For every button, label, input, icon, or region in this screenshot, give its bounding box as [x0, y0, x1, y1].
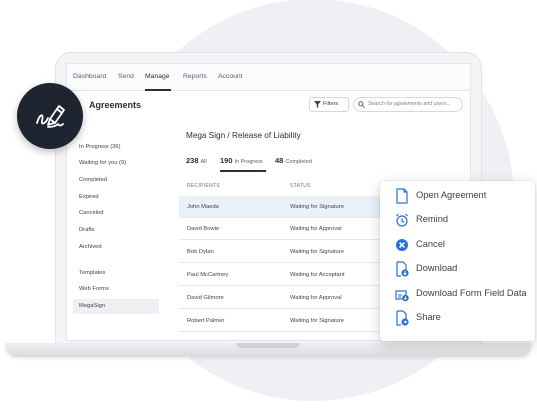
nav-manage[interactable]: Manage: [145, 73, 170, 80]
promo-stage: Dashboard Send Manage Reports Account Ag…: [0, 0, 537, 417]
recipient-cell: David Gilmore: [187, 295, 224, 301]
laptop-notch: [236, 343, 300, 348]
filters-label: Filters: [323, 101, 339, 107]
status-cell: Waiting for Approval: [290, 295, 342, 301]
page-title: Agreements: [89, 100, 142, 110]
tab-all[interactable]: 238 All: [186, 156, 207, 165]
tab-in-progress-count: 190: [220, 156, 233, 165]
download-document-icon: [396, 261, 409, 277]
share-document-icon: [396, 310, 409, 326]
menu-label: Remind: [416, 214, 449, 224]
menu-label: Cancel: [416, 239, 445, 249]
status-cell: Waiting for Signature: [290, 249, 344, 255]
sidebar-item-expired[interactable]: Expired: [79, 194, 99, 200]
column-header-status: STATUS: [290, 183, 311, 189]
menu-label: Share: [416, 312, 441, 322]
status-cell: Waiting for Signature: [290, 318, 344, 324]
menu-item-download-form-field-data[interactable]: Download Form Field Data: [380, 282, 535, 306]
tab-completed[interactable]: 48 Completed: [275, 156, 312, 165]
context-menu: Open Agreement Remind Cancel Download Do…: [380, 181, 535, 341]
menu-item-open-agreement[interactable]: Open Agreement: [380, 184, 535, 208]
tab-all-label: All: [200, 159, 207, 165]
agreement-title: Mega Sign / Release of Liability: [186, 131, 301, 140]
recipient-cell: John Maeda: [187, 204, 219, 210]
recipient-cell: Robert Palmer: [187, 318, 225, 324]
recipient-cell: David Bowie: [187, 226, 220, 232]
filters-button[interactable]: Filters: [309, 97, 349, 112]
sidebar-item-canceled[interactable]: Canceled: [79, 210, 104, 216]
sidebar-item-waiting-for-you[interactable]: Waiting for you (9): [79, 160, 126, 166]
sidebar-item-templates[interactable]: Templates: [79, 270, 105, 276]
alarm-clock-icon: [396, 213, 408, 227]
recipient-cell: Paul McCartney: [187, 272, 229, 278]
menu-item-share[interactable]: Share: [380, 306, 535, 330]
cancel-circle-icon: [396, 239, 408, 251]
nav-dashboard[interactable]: Dashboard: [73, 73, 106, 80]
menu-item-remind[interactable]: Remind: [380, 208, 535, 232]
tab-in-progress[interactable]: 190 In Progress: [220, 156, 263, 165]
status-cell: Waiting for Approval: [290, 226, 342, 232]
recipient-cell: Bob Dylan: [187, 249, 214, 255]
tab-active-indicator: [220, 170, 266, 172]
nav-send[interactable]: Send: [118, 73, 134, 80]
search-icon: [358, 101, 365, 108]
status-cell: Waiting for Acceptant: [290, 272, 345, 278]
tab-in-progress-label: In Progress: [234, 159, 263, 165]
top-navigation: Dashboard Send Manage Reports Account: [67, 64, 470, 91]
nav-reports[interactable]: Reports: [183, 73, 207, 80]
tab-completed-label: Completed: [285, 159, 312, 165]
sidebar-item-completed[interactable]: Completed: [79, 177, 107, 183]
sidebar-item-web-forms[interactable]: Web Forms: [79, 286, 109, 292]
menu-label: Download Form Field Data: [416, 288, 527, 298]
menu-item-download[interactable]: Download: [380, 257, 535, 281]
search-placeholder: Search for agreements and users...: [368, 101, 452, 107]
e-sign-badge: [17, 83, 83, 149]
tab-completed-count: 48: [275, 156, 284, 165]
pen-signature-icon: [36, 105, 65, 128]
column-header-recipients: RECIPIENTS: [187, 183, 221, 189]
filter-icon: [314, 101, 321, 108]
menu-label: Download: [416, 263, 458, 273]
menu-label: Open Agreement: [416, 190, 487, 200]
document-icon: [396, 188, 408, 204]
sidebar-item-drafts[interactable]: Drafts: [79, 227, 94, 233]
nav-active-indicator: [145, 89, 171, 91]
search-input[interactable]: Search for agreements and users...: [353, 97, 463, 112]
sidebar-item-megasign[interactable]: MegaSign: [79, 303, 105, 309]
sidebar-item-archived[interactable]: Archived: [79, 244, 102, 250]
status-cell: Waiting for Signature: [290, 204, 344, 210]
nav-account[interactable]: Account: [218, 73, 243, 80]
sidebar-item-in-progress[interactable]: In Progress (36): [79, 144, 121, 150]
download-data-icon: [395, 290, 409, 302]
tab-all-count: 238: [186, 156, 199, 165]
menu-item-cancel[interactable]: Cancel: [380, 233, 535, 257]
